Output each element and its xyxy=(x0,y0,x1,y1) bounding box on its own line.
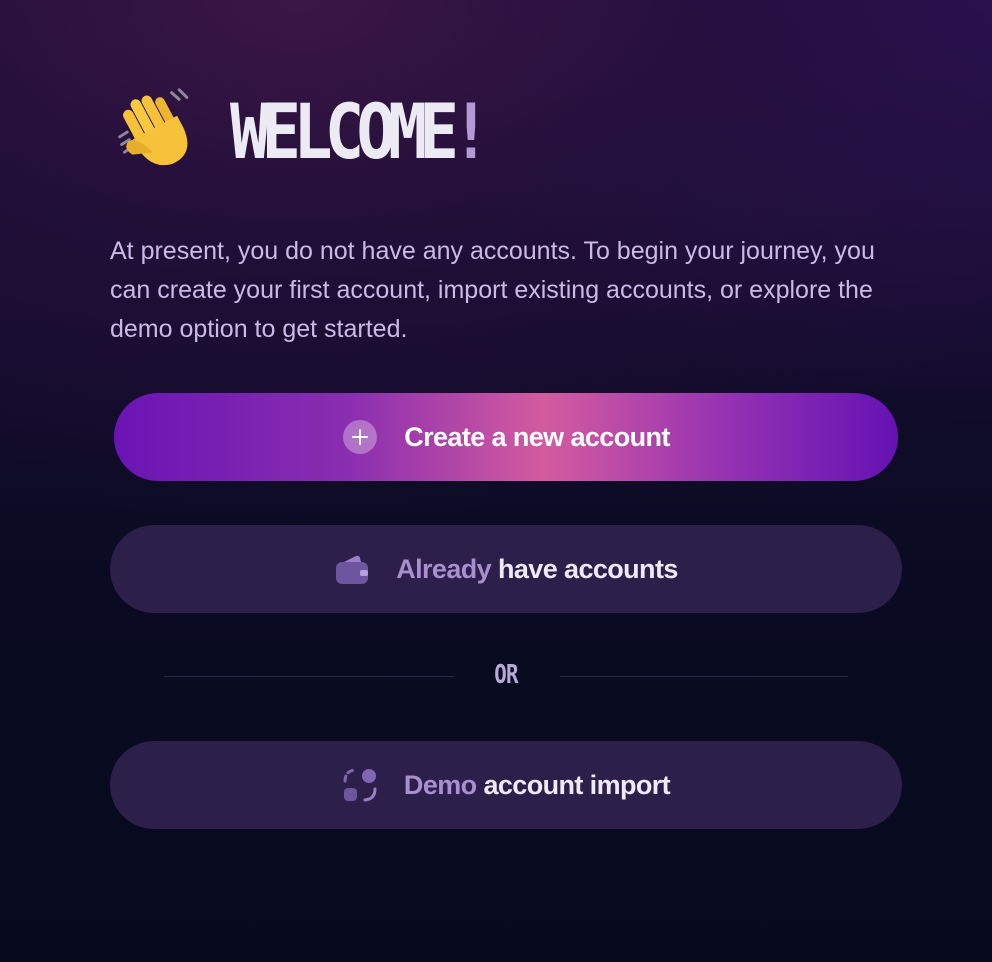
existing-accounts-label-muted: Already xyxy=(396,553,492,584)
demo-import-button[interactable]: Demo account import xyxy=(110,741,902,829)
existing-accounts-label-bright: have accounts xyxy=(497,553,678,584)
divider-right xyxy=(560,676,848,677)
welcome-title-exclamation: ! xyxy=(451,87,490,176)
demo-import-label-bright: account import xyxy=(483,769,671,800)
existing-accounts-button[interactable]: Already have accounts xyxy=(110,525,902,613)
plus-circle-icon xyxy=(343,420,378,454)
or-separator: OR xyxy=(494,660,518,690)
wallet-icon xyxy=(336,555,369,584)
welcome-header: WELCOME! xyxy=(112,82,524,182)
demo-import-label: Demo account import xyxy=(403,769,671,801)
existing-accounts-label: Already have accounts xyxy=(396,554,678,585)
waving-hand-icon xyxy=(118,88,189,166)
create-account-button[interactable]: Create a new account xyxy=(114,393,898,481)
divider-left xyxy=(164,676,454,677)
demo-import-icon xyxy=(343,768,377,802)
page-title: WELCOME! xyxy=(230,94,491,170)
welcome-title-text: WELCOME xyxy=(230,87,459,176)
demo-import-label-muted: Demo xyxy=(403,769,477,800)
intro-description: At present, you do not have any accounts… xyxy=(110,237,875,343)
create-account-label: Create a new account xyxy=(404,421,670,452)
